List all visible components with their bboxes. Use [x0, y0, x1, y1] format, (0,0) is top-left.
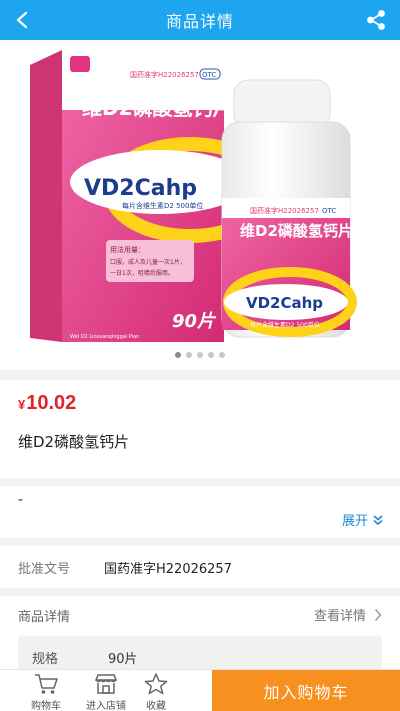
share-button[interactable]	[364, 8, 388, 32]
box-dose-line: 每片含维生素D2 500单位	[122, 201, 203, 210]
bottle-brand: VD2Cahp	[246, 294, 323, 312]
box-usage-title: 用法用量：	[110, 245, 145, 254]
box-brand: VD2Cahp	[84, 176, 197, 201]
description-section: - 展开	[0, 486, 400, 538]
product-image-gallery[interactable]: 国药准字H22026257 OTC 维D2磷酸氢钙片 VD2Cahp 每片含维生…	[0, 40, 400, 370]
approval-value: 国药准字H22026257	[104, 561, 232, 577]
chevron-left-icon	[16, 11, 28, 29]
spec-key: 规格	[32, 652, 59, 667]
pagination-dot[interactable]	[219, 352, 225, 358]
bottle-approval-text: 国药准字H22026257	[250, 206, 319, 215]
view-details-link[interactable]: 查看详情	[314, 605, 382, 624]
price-value: 10.02	[26, 392, 77, 414]
product-details-section: 商品详情 查看详情 规格 90片	[0, 596, 400, 676]
box-usage-line-2: 一日1次，咀嚼后服用。	[110, 269, 174, 277]
spec-value: 90片	[108, 652, 138, 667]
product-name: 维D2磷酸氢钙片	[18, 433, 130, 451]
top-bar: 商品详情	[0, 0, 400, 40]
approval-number-row: 批准文号 国药准字H22026257	[0, 546, 400, 588]
pagination-dot[interactable]	[208, 352, 214, 358]
pagination-dot[interactable]	[175, 352, 181, 358]
store-icon	[94, 674, 118, 694]
pagination-dot[interactable]	[197, 352, 203, 358]
price-section: ¥10.02 维D2磷酸氢钙片	[0, 380, 400, 478]
box-otc-label: OTC	[202, 71, 216, 79]
add-to-cart-button[interactable]: 加入购物车	[212, 670, 400, 711]
bottle-dose-line: 每片含维生素D2 500单位	[250, 321, 320, 329]
star-icon	[144, 673, 168, 695]
bottom-action-bar: 购物车 进入店铺 收藏 加入购物车	[0, 669, 400, 711]
approval-label: 批准文号	[18, 561, 71, 577]
bottle-cn-name: 维D2磷酸氢钙片	[240, 222, 353, 240]
expand-label: 展开	[341, 514, 368, 529]
double-chevron-down-icon	[373, 514, 383, 525]
expand-button[interactable]: 展开	[342, 510, 384, 529]
bottle-otc-label: OTC	[322, 207, 336, 215]
box-pinyin: Wei D2 Linsuanqinggai Pian	[70, 334, 139, 340]
gallery-pagination	[0, 352, 400, 358]
chevron-right-icon	[374, 608, 382, 621]
box-usage-line-1: 口服，成人及儿童一次1片，	[110, 258, 186, 266]
store-tab-label: 进入店铺	[86, 701, 126, 711]
product-price: ¥10.02	[18, 392, 76, 415]
description-text: -	[18, 492, 24, 508]
product-image: 国药准字H22026257 OTC 维D2磷酸氢钙片 VD2Cahp 每片含维生…	[30, 50, 357, 342]
box-count: 90片	[172, 311, 217, 332]
view-details-label: 查看详情	[313, 609, 366, 624]
box-approval-text: 国药准字H22026257	[130, 70, 199, 79]
shopping-cart-icon	[35, 674, 58, 694]
favorite-tab-label: 收藏	[146, 701, 166, 711]
cart-tab[interactable]: 购物车	[16, 672, 76, 711]
box-cn-name: 维D2磷酸氢钙片	[82, 96, 233, 120]
cart-tab-label: 购物车	[31, 701, 61, 711]
details-label: 商品详情	[18, 610, 71, 625]
favorite-tab[interactable]: 收藏	[126, 672, 186, 711]
back-button[interactable]	[10, 8, 34, 32]
pagination-dot[interactable]	[186, 352, 192, 358]
page-title: 商品详情	[165, 12, 234, 31]
share-icon	[367, 10, 385, 30]
currency-symbol: ¥	[18, 397, 26, 412]
